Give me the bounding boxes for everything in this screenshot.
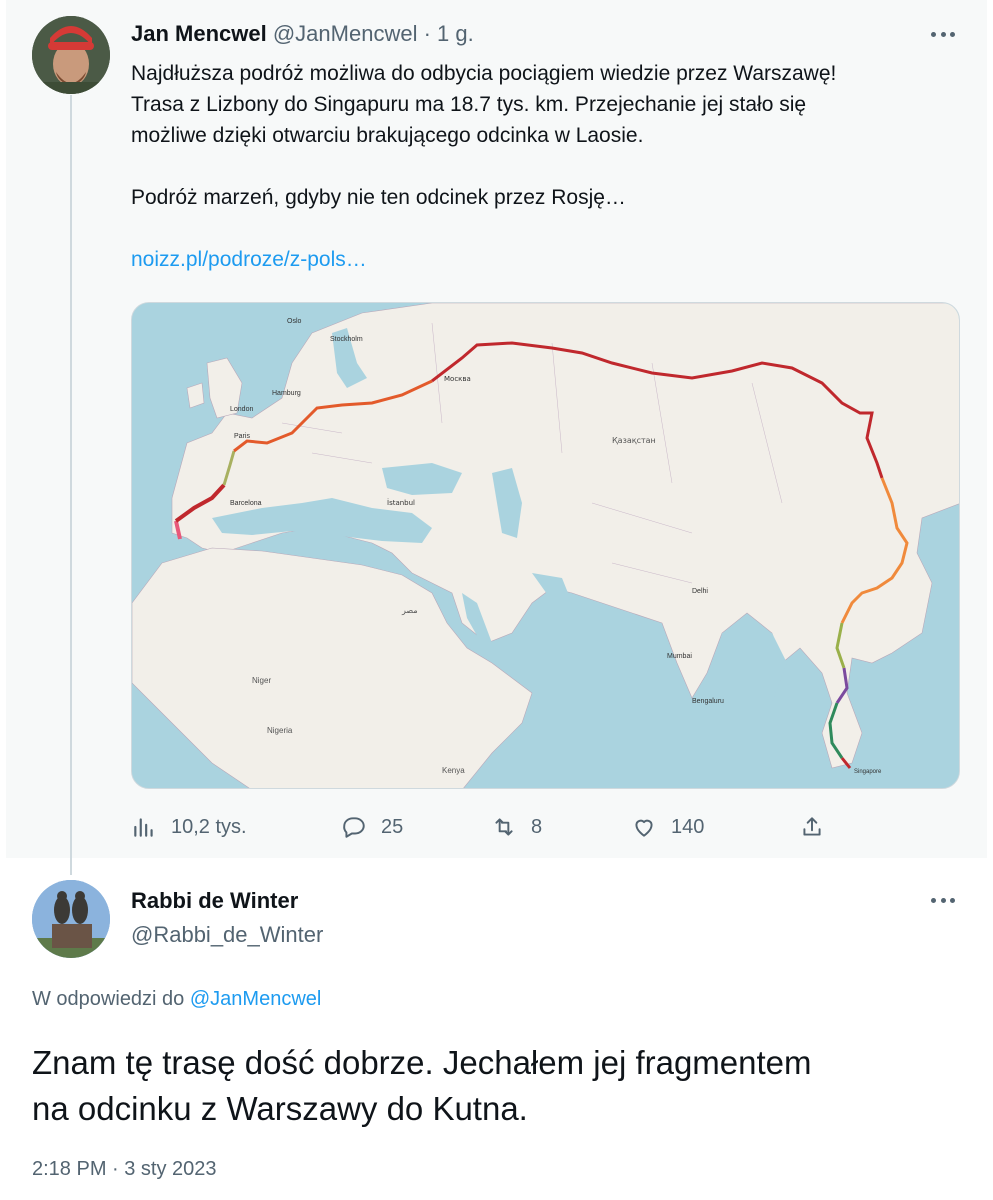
tweet-text-line: Najdłuższa podróż możliwa do odbycia poc… — [131, 62, 837, 85]
parent-tweet-header: Jan Mencwel @JanMencwel · 1 g. — [131, 20, 474, 48]
share-icon — [803, 817, 821, 836]
replying-to-handle[interactable]: @JanMencwel — [190, 988, 321, 1010]
more-options-icon[interactable] — [928, 890, 958, 910]
reply-author-handle[interactable]: @Rabbi_de_Winter — [131, 920, 323, 950]
map-label-singapore: Singapore — [854, 769, 882, 775]
views-count: 10,2 tys. — [171, 815, 247, 838]
author-name[interactable]: Jan Mencwel — [131, 21, 267, 46]
views-button[interactable]: 10,2 tys. — [131, 810, 247, 844]
reply-text-line: na odcinku z Warszawy do Kutna. — [32, 1090, 528, 1127]
map-label-hamburg: Hamburg — [272, 390, 301, 397]
map-label-mumbai: Mumbai — [667, 653, 692, 660]
map-label-istanbul: İstanbul — [387, 498, 415, 507]
map-label-niger: Niger — [252, 676, 271, 685]
tweet-text-line: Trasa z Lizbony do Singapuru ma 18.7 tys… — [131, 93, 807, 116]
author-handle[interactable]: @JanMencwel — [273, 21, 418, 46]
more-options-icon[interactable] — [928, 24, 958, 44]
reply-tweet-text: Znam tę trasę dość dobrze. Jechałem jej … — [32, 1040, 952, 1132]
avatar-photo-icon — [32, 16, 110, 94]
map-label-nigeria: Nigeria — [267, 726, 293, 735]
replying-to-line: W odpowiedzi do @JanMencwel — [32, 988, 321, 1011]
reply-tweet-header: Rabbi de Winter @Rabbi_de_Winter — [131, 886, 323, 950]
parent-tweet-text: Najdłuższa podróż możliwa do odbycia poc… — [131, 58, 961, 275]
reply-author-name[interactable]: Rabbi de Winter — [131, 888, 298, 913]
map-label-barcelona: Barcelona — [230, 500, 262, 507]
tweet-action-bar: 10,2 tys. 25 8 140 — [131, 810, 831, 844]
map-label-egypt: مصر — [401, 606, 418, 615]
replying-to-prefix: W odpowiedzi do — [32, 988, 185, 1010]
article-link[interactable]: noizz.pl/podroze/z-pols… — [131, 248, 367, 271]
bar-chart-icon — [134, 818, 153, 837]
retweet-count: 8 — [531, 815, 543, 838]
retweet-icon — [495, 818, 513, 836]
reply-text-line: Znam tę trasę dość dobrze. Jechałem jej … — [32, 1044, 812, 1081]
map-label-stockholm: Stockholm — [330, 336, 363, 343]
avatar-rabbi-de-winter[interactable] — [32, 880, 110, 958]
map-label-delhi: Delhi — [692, 588, 708, 595]
heart-icon — [635, 819, 653, 837]
reply-icon — [343, 817, 365, 838]
avatar-photo-icon — [32, 880, 110, 958]
reply-count: 25 — [381, 815, 404, 838]
tweet-text-line: Podróż marzeń, gdyby nie ten odcinek prz… — [131, 186, 626, 209]
like-count: 140 — [671, 815, 705, 838]
avatar-jan-mencwel[interactable] — [32, 16, 110, 94]
retweet-button[interactable]: 8 — [491, 810, 542, 844]
reply-button[interactable]: 25 — [341, 810, 403, 844]
share-button[interactable] — [799, 810, 825, 844]
map-image[interactable]: Oslo Stockholm London Paris Hamburg Моск… — [131, 302, 960, 789]
separator-dot: · — [423, 21, 431, 46]
map-label-london: London — [230, 406, 253, 413]
like-button[interactable]: 140 — [631, 810, 704, 844]
route-map-illustration: Oslo Stockholm London Paris Hamburg Моск… — [132, 303, 959, 788]
map-label-moskva: Москва — [444, 375, 471, 383]
tweet-text-line: możliwe dzięki otwarciu brakującego odci… — [131, 124, 644, 147]
thread-connector-line — [70, 95, 72, 875]
tweet-time[interactable]: 1 g. — [437, 21, 474, 46]
map-label-bengaluru: Bengaluru — [692, 698, 724, 705]
map-label-oslo: Oslo — [287, 318, 302, 325]
reply-timestamp[interactable]: 2:18 PM · 3 sty 2023 — [32, 1158, 217, 1181]
map-label-kenya: Kenya — [442, 766, 465, 775]
map-label-paris: Paris — [234, 433, 250, 440]
map-label-kazakhstan: Қазақстан — [612, 436, 656, 445]
